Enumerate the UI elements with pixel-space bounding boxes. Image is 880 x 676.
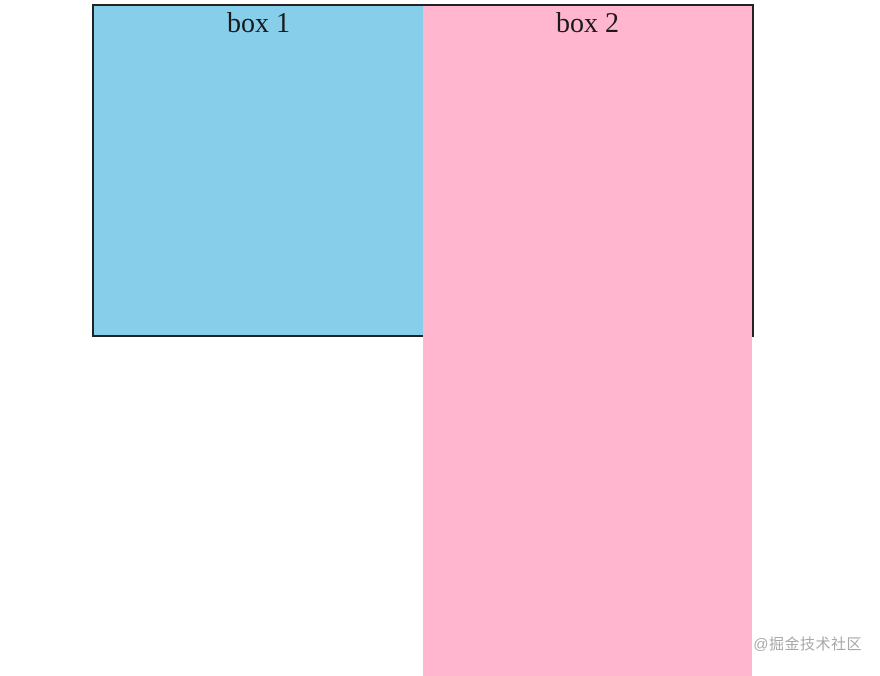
box-1: box 1 [94,6,423,335]
box-2: box 2 [423,6,752,676]
box-1-label: box 1 [227,8,290,39]
watermark-text: @掘金技术社区 [753,633,862,654]
box-2-label: box 2 [556,8,619,39]
